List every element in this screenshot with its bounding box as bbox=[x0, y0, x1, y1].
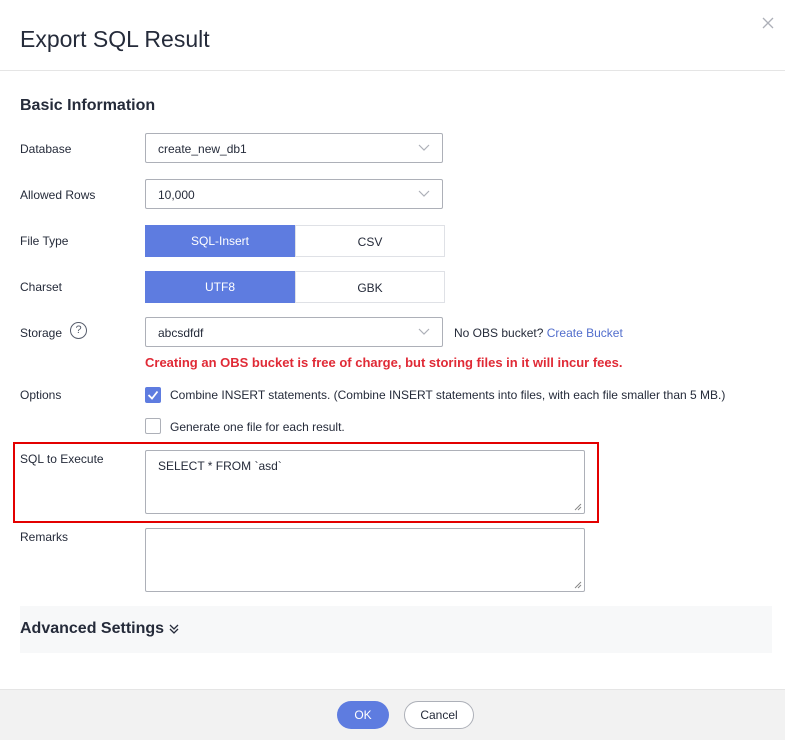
dialog-footer: OK Cancel bbox=[0, 689, 785, 740]
advanced-settings-panel: Advanced Settings bbox=[20, 606, 772, 653]
advanced-settings-toggle[interactable]: Advanced Settings bbox=[20, 620, 164, 638]
checkmark-icon bbox=[147, 390, 159, 400]
charset-utf8[interactable]: UTF8 bbox=[145, 271, 295, 303]
sql-label: SQL to Execute bbox=[20, 452, 104, 466]
chevron-down-icon bbox=[418, 190, 430, 197]
export-sql-dialog: Export SQL Result Basic Information Data… bbox=[0, 0, 785, 740]
charset-label: Charset bbox=[20, 280, 63, 294]
one-file-per-result-checkbox[interactable] bbox=[145, 418, 161, 434]
no-bucket-text: No OBS bucket? bbox=[454, 326, 544, 340]
resize-handle-icon[interactable] bbox=[574, 581, 582, 589]
close-icon[interactable] bbox=[760, 15, 776, 31]
file-type-csv[interactable]: CSV bbox=[295, 225, 445, 257]
storage-label: Storage bbox=[20, 326, 63, 340]
storage-value: abcsdfdf bbox=[158, 326, 204, 340]
file-type-toggle: SQL-Insert CSV bbox=[145, 225, 445, 257]
database-value: create_new_db1 bbox=[158, 142, 247, 156]
cancel-button[interactable]: Cancel bbox=[404, 701, 474, 729]
charset-toggle: UTF8 GBK bbox=[145, 271, 445, 303]
remarks-label: Remarks bbox=[20, 530, 69, 544]
section-title-basic: Basic Information bbox=[20, 97, 156, 114]
file-type-label: File Type bbox=[20, 234, 69, 248]
ok-button[interactable]: OK bbox=[337, 701, 389, 729]
chevron-down-icon bbox=[418, 328, 430, 335]
combine-insert-label: Combine INSERT statements. (Combine INSE… bbox=[170, 388, 726, 402]
allowed-rows-select[interactable]: 10,000 bbox=[145, 179, 443, 209]
options-label: Options bbox=[20, 388, 62, 402]
file-type-sql-insert[interactable]: SQL-Insert bbox=[145, 225, 295, 257]
chevron-down-icon bbox=[418, 144, 430, 151]
resize-handle-icon[interactable] bbox=[574, 503, 582, 511]
database-select[interactable]: create_new_db1 bbox=[145, 133, 443, 163]
sql-textarea[interactable]: SELECT * FROM `asd` bbox=[145, 450, 585, 514]
charset-gbk[interactable]: GBK bbox=[295, 271, 445, 303]
create-bucket-link[interactable]: Create Bucket bbox=[547, 326, 623, 340]
double-chevron-down-icon[interactable] bbox=[168, 623, 180, 635]
remarks-textarea[interactable] bbox=[145, 528, 585, 592]
obs-bucket-hint: No OBS bucket? Create Bucket bbox=[454, 326, 623, 340]
storage-warning: Creating an OBS bucket is free of charge… bbox=[145, 355, 623, 370]
database-label: Database bbox=[20, 142, 72, 156]
question-circle-icon[interactable]: ? bbox=[70, 322, 87, 339]
sql-value: SELECT * FROM `asd` bbox=[158, 459, 282, 473]
allowed-rows-value: 10,000 bbox=[158, 188, 195, 202]
combine-insert-checkbox[interactable] bbox=[145, 387, 161, 403]
one-file-per-result-label: Generate one file for each result. bbox=[170, 420, 345, 434]
storage-select[interactable]: abcsdfdf bbox=[145, 317, 443, 347]
header-divider bbox=[0, 70, 785, 71]
dialog-title: Export SQL Result bbox=[20, 26, 210, 52]
allowed-rows-label: Allowed Rows bbox=[20, 188, 96, 202]
